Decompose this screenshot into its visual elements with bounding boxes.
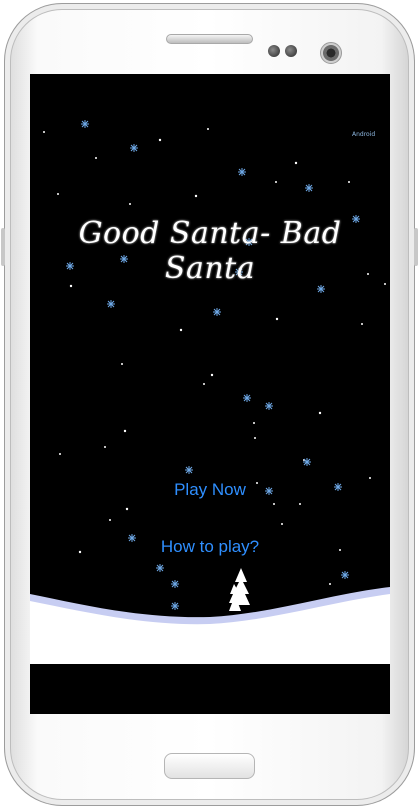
sensor-icon (268, 45, 280, 57)
game-title: Good Santa- Bad Santa (78, 216, 342, 286)
camera-icon (320, 42, 342, 64)
how-to-play-button[interactable]: How to play? (30, 537, 390, 557)
volume-button[interactable] (1, 228, 5, 266)
home-button[interactable] (164, 753, 255, 779)
corner-tag: Android (352, 131, 376, 138)
play-now-button[interactable]: Play Now (30, 480, 390, 500)
snow-hill (30, 594, 390, 664)
game-scene (30, 120, 390, 714)
power-button[interactable] (414, 228, 418, 266)
stars (43, 128, 386, 585)
pine-trees (229, 568, 250, 611)
speaker-icon (166, 34, 253, 44)
sensor-icon (285, 45, 297, 57)
game-screen[interactable]: Android Good Santa- Bad Santa Play Now H… (30, 74, 390, 714)
